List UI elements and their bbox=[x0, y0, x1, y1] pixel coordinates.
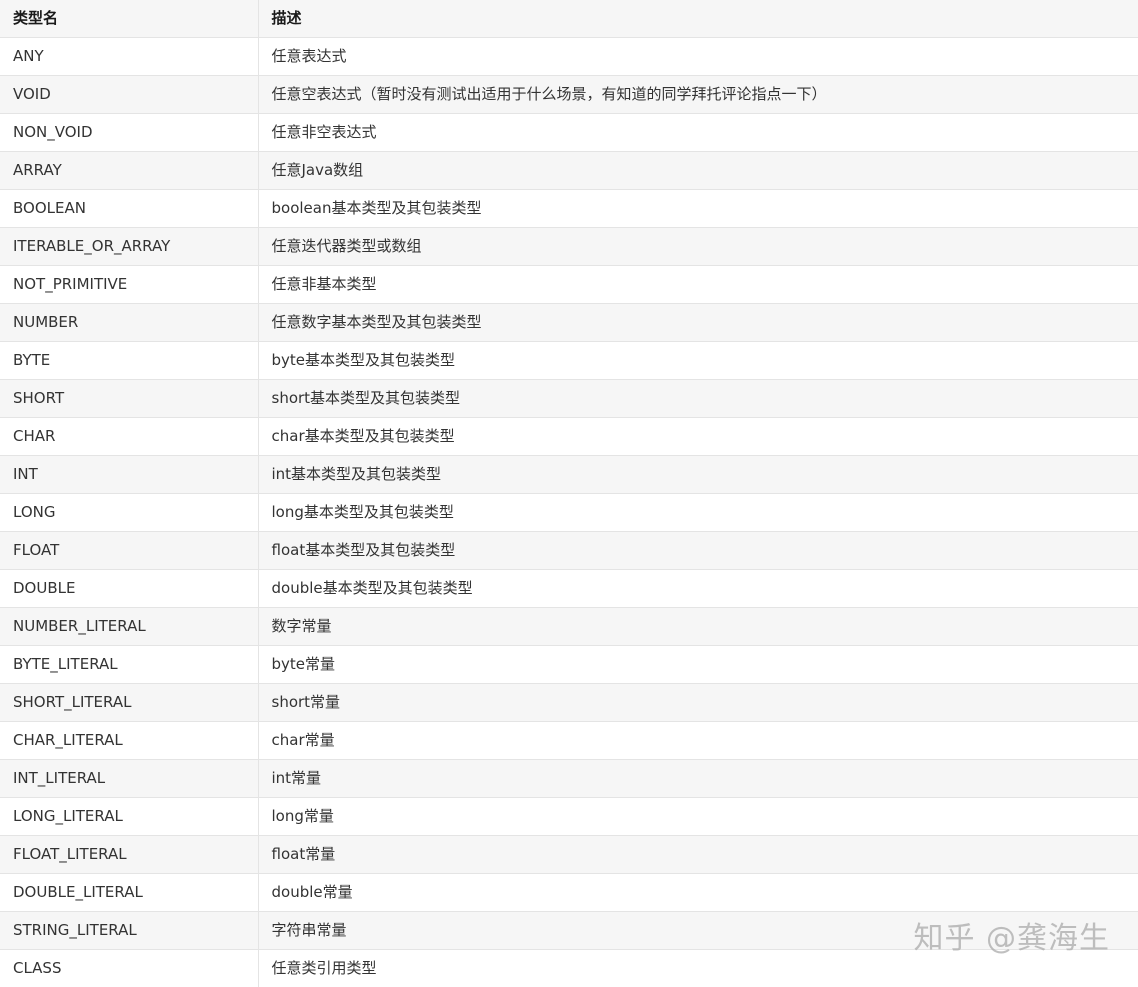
type-name-cell: NOT_PRIMITIVE bbox=[0, 266, 258, 304]
type-name-cell: BYTE bbox=[0, 342, 258, 380]
header-type-name: 类型名 bbox=[0, 0, 258, 38]
description-cell: short常量 bbox=[258, 684, 1138, 722]
table-row: CHAR_LITERALchar常量 bbox=[0, 722, 1138, 760]
description-cell: boolean基本类型及其包装类型 bbox=[258, 190, 1138, 228]
type-table: 类型名 描述 ANY任意表达式VOID任意空表达式（暂时没有测试出适用于什么场景… bbox=[0, 0, 1138, 987]
table-row: SHORT_LITERALshort常量 bbox=[0, 684, 1138, 722]
description-cell: 任意空表达式（暂时没有测试出适用于什么场景，有知道的同学拜托评论指点一下） bbox=[258, 76, 1138, 114]
table-row: LONGlong基本类型及其包装类型 bbox=[0, 494, 1138, 532]
table-row: STRING_LITERAL字符串常量 bbox=[0, 912, 1138, 950]
table-row: BYTEbyte基本类型及其包装类型 bbox=[0, 342, 1138, 380]
table-row: DOUBLEdouble基本类型及其包装类型 bbox=[0, 570, 1138, 608]
table-row: LONG_LITERALlong常量 bbox=[0, 798, 1138, 836]
table-row: FLOATfloat基本类型及其包装类型 bbox=[0, 532, 1138, 570]
type-name-cell: LONG bbox=[0, 494, 258, 532]
table-row: SHORTshort基本类型及其包装类型 bbox=[0, 380, 1138, 418]
description-cell: byte基本类型及其包装类型 bbox=[258, 342, 1138, 380]
table-row: ANY任意表达式 bbox=[0, 38, 1138, 76]
description-cell: byte常量 bbox=[258, 646, 1138, 684]
type-name-cell: FLOAT_LITERAL bbox=[0, 836, 258, 874]
type-name-cell: SHORT_LITERAL bbox=[0, 684, 258, 722]
description-cell: double基本类型及其包装类型 bbox=[258, 570, 1138, 608]
type-name-cell: CHAR bbox=[0, 418, 258, 456]
description-cell: short基本类型及其包装类型 bbox=[258, 380, 1138, 418]
description-cell: long常量 bbox=[258, 798, 1138, 836]
description-cell: double常量 bbox=[258, 874, 1138, 912]
table-row: BYTE_LITERALbyte常量 bbox=[0, 646, 1138, 684]
table-row: NUMBER_LITERAL数字常量 bbox=[0, 608, 1138, 646]
header-row: 类型名 描述 bbox=[0, 0, 1138, 38]
type-name-cell: FLOAT bbox=[0, 532, 258, 570]
table-row: BOOLEANboolean基本类型及其包装类型 bbox=[0, 190, 1138, 228]
description-cell: int基本类型及其包装类型 bbox=[258, 456, 1138, 494]
header-description: 描述 bbox=[258, 0, 1138, 38]
type-name-cell: INT bbox=[0, 456, 258, 494]
type-name-cell: DOUBLE bbox=[0, 570, 258, 608]
type-name-cell: ITERABLE_OR_ARRAY bbox=[0, 228, 258, 266]
description-cell: 数字常量 bbox=[258, 608, 1138, 646]
table-row: FLOAT_LITERALfloat常量 bbox=[0, 836, 1138, 874]
table-row: NON_VOID任意非空表达式 bbox=[0, 114, 1138, 152]
type-name-cell: BOOLEAN bbox=[0, 190, 258, 228]
type-name-cell: INT_LITERAL bbox=[0, 760, 258, 798]
type-name-cell: NUMBER bbox=[0, 304, 258, 342]
type-name-cell: DOUBLE_LITERAL bbox=[0, 874, 258, 912]
description-cell: int常量 bbox=[258, 760, 1138, 798]
table-row: INT_LITERALint常量 bbox=[0, 760, 1138, 798]
type-name-cell: CLASS bbox=[0, 950, 258, 987]
table-row: DOUBLE_LITERALdouble常量 bbox=[0, 874, 1138, 912]
description-cell: 任意迭代器类型或数组 bbox=[258, 228, 1138, 266]
type-name-cell: ARRAY bbox=[0, 152, 258, 190]
type-name-cell: NON_VOID bbox=[0, 114, 258, 152]
type-name-cell: STRING_LITERAL bbox=[0, 912, 258, 950]
description-cell: 任意非基本类型 bbox=[258, 266, 1138, 304]
table-row: VOID任意空表达式（暂时没有测试出适用于什么场景，有知道的同学拜托评论指点一下… bbox=[0, 76, 1138, 114]
description-cell: char常量 bbox=[258, 722, 1138, 760]
type-name-cell: VOID bbox=[0, 76, 258, 114]
table-row: INTint基本类型及其包装类型 bbox=[0, 456, 1138, 494]
type-name-cell: BYTE_LITERAL bbox=[0, 646, 258, 684]
description-cell: 任意数字基本类型及其包装类型 bbox=[258, 304, 1138, 342]
table-row: NUMBER任意数字基本类型及其包装类型 bbox=[0, 304, 1138, 342]
table-row: CHARchar基本类型及其包装类型 bbox=[0, 418, 1138, 456]
table-row: ARRAY任意Java数组 bbox=[0, 152, 1138, 190]
description-cell: 任意Java数组 bbox=[258, 152, 1138, 190]
description-cell: char基本类型及其包装类型 bbox=[258, 418, 1138, 456]
description-cell: long基本类型及其包装类型 bbox=[258, 494, 1138, 532]
table-row: CLASS任意类引用类型 bbox=[0, 950, 1138, 987]
table-header: 类型名 描述 bbox=[0, 0, 1138, 38]
description-cell: float基本类型及其包装类型 bbox=[258, 532, 1138, 570]
description-cell: 任意类引用类型 bbox=[258, 950, 1138, 987]
description-cell: float常量 bbox=[258, 836, 1138, 874]
description-cell: 任意表达式 bbox=[258, 38, 1138, 76]
type-name-cell: NUMBER_LITERAL bbox=[0, 608, 258, 646]
type-name-cell: SHORT bbox=[0, 380, 258, 418]
type-name-cell: ANY bbox=[0, 38, 258, 76]
table-row: ITERABLE_OR_ARRAY任意迭代器类型或数组 bbox=[0, 228, 1138, 266]
description-cell: 任意非空表达式 bbox=[258, 114, 1138, 152]
table-row: NOT_PRIMITIVE任意非基本类型 bbox=[0, 266, 1138, 304]
table-body: ANY任意表达式VOID任意空表达式（暂时没有测试出适用于什么场景，有知道的同学… bbox=[0, 38, 1138, 987]
description-cell: 字符串常量 bbox=[258, 912, 1138, 950]
type-name-cell: LONG_LITERAL bbox=[0, 798, 258, 836]
type-name-cell: CHAR_LITERAL bbox=[0, 722, 258, 760]
